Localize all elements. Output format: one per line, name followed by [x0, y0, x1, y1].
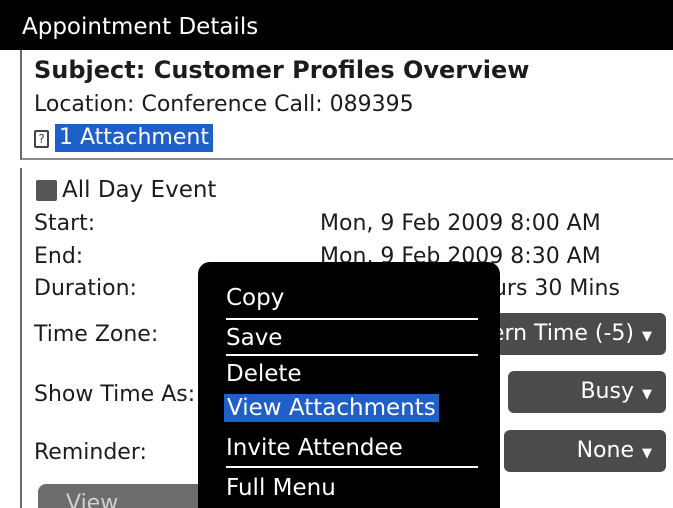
end-label: End: — [34, 244, 84, 269]
menu-divider — [226, 466, 478, 468]
menu-item-view-attachments[interactable]: View Attachments — [224, 394, 439, 422]
menu-item-full-menu[interactable]: Full Menu — [226, 474, 336, 502]
title-bar: Appointment Details — [0, 0, 673, 50]
start-label: Start: — [34, 211, 96, 236]
menu-item-invite-attendee[interactable]: Invite Attendee — [226, 434, 403, 462]
show-time-as-value: Busy — [580, 379, 634, 404]
start-value[interactable]: Mon, 9 Feb 2009 8:00 AM — [320, 211, 601, 237]
context-menu: Copy Save Delete View Attachments Invite… — [198, 262, 500, 508]
window-title: Appointment Details — [22, 14, 259, 40]
timezone-label: Time Zone: — [34, 322, 159, 347]
show-time-as-dropdown[interactable]: Busy ▼ — [508, 371, 666, 413]
chevron-down-icon: ▼ — [642, 387, 652, 402]
menu-item-delete[interactable]: Delete — [226, 360, 302, 388]
duration-label: Duration: — [34, 276, 137, 301]
all-day-label: All Day Event — [62, 177, 217, 203]
subject-text: Subject: Customer Profiles Overview — [34, 56, 530, 84]
reminder-label: Reminder: — [34, 440, 147, 465]
chevron-down-icon: ▼ — [642, 446, 652, 461]
show-time-as-label: Show Time As: — [34, 382, 196, 407]
reminder-dropdown[interactable]: None ▼ — [504, 430, 666, 472]
attachment-icon: ? — [34, 130, 49, 148]
location-text: Location: Conference Call: 089395 — [34, 92, 414, 117]
menu-divider — [226, 318, 478, 320]
chevron-down-icon: ▼ — [642, 329, 652, 344]
view-availability-button[interactable]: View Availability — [38, 484, 218, 508]
menu-item-save[interactable]: Save — [226, 324, 282, 352]
menu-divider — [226, 354, 478, 356]
reminder-value: None — [576, 438, 634, 463]
menu-item-copy[interactable]: Copy — [226, 284, 284, 312]
all-day-checkbox[interactable] — [36, 180, 57, 201]
attachment-link[interactable]: 1 Attachment — [55, 124, 213, 152]
